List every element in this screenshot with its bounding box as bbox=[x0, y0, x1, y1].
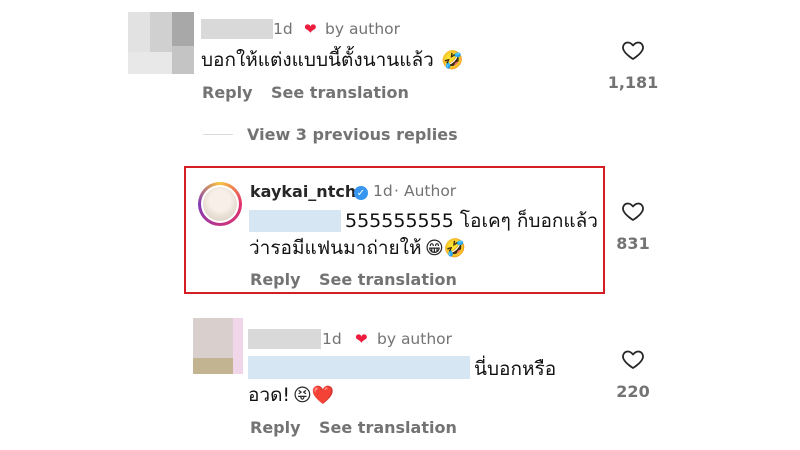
reply-button[interactable]: Reply bbox=[250, 270, 301, 289]
mention-redacted[interactable] bbox=[249, 210, 341, 232]
username-redacted[interactable] bbox=[248, 329, 321, 349]
comment-emojis: 😁🤣 bbox=[425, 238, 467, 259]
avatar-photo bbox=[203, 187, 237, 221]
username-redacted[interactable] bbox=[201, 19, 273, 39]
comment-text-line1: นี่บอกหรือ bbox=[474, 358, 557, 380]
avatar[interactable] bbox=[193, 318, 243, 374]
author-heart-icon: ❤ bbox=[304, 20, 317, 38]
author-heart-icon: ❤ bbox=[355, 330, 368, 348]
see-translation-button[interactable]: See translation bbox=[319, 270, 457, 289]
comment-time: 1d bbox=[273, 20, 293, 38]
like-count: 220 bbox=[616, 382, 650, 401]
avatar[interactable] bbox=[198, 182, 242, 226]
meta-separator: · bbox=[394, 182, 399, 200]
author-label: Author bbox=[404, 182, 457, 200]
avatar[interactable] bbox=[128, 12, 194, 74]
comment-text: บอกให้แต่งแบบนี้ตั้งนานแล้ว bbox=[201, 49, 434, 71]
comment-time: 1d bbox=[322, 330, 342, 348]
comment-time: 1d bbox=[373, 182, 393, 200]
like-heart-icon[interactable] bbox=[621, 38, 645, 62]
see-translation-button[interactable]: See translation bbox=[319, 418, 457, 437]
comment-emojis: 😝❤️ bbox=[293, 385, 335, 406]
view-previous-replies-label[interactable]: View 3 previous replies bbox=[247, 125, 458, 144]
like-count: 1,181 bbox=[607, 73, 659, 92]
see-translation-button[interactable]: See translation bbox=[271, 83, 409, 102]
verified-badge-icon: ✓ bbox=[354, 186, 368, 200]
by-author-label: by author bbox=[325, 20, 401, 38]
replies-divider bbox=[203, 134, 233, 135]
like-count: 831 bbox=[616, 234, 650, 253]
like-heart-icon[interactable] bbox=[621, 347, 645, 371]
comment-text-line2: อวด! bbox=[248, 384, 291, 406]
comment-text-line2: ว่ารอมีแฟนมาถ่ายให้ bbox=[249, 237, 422, 259]
reply-button[interactable]: Reply bbox=[202, 83, 253, 102]
by-author-label: by author bbox=[377, 330, 453, 348]
comment-emoji: 🤣 bbox=[441, 50, 464, 71]
comment-text-line1: 555555555 โอเคๆ ก็บอกแล้ว bbox=[345, 210, 598, 232]
reply-button[interactable]: Reply bbox=[250, 418, 301, 437]
username[interactable]: kaykai_ntch bbox=[250, 182, 356, 201]
like-heart-icon[interactable] bbox=[621, 199, 645, 223]
mention-redacted[interactable] bbox=[248, 356, 470, 379]
